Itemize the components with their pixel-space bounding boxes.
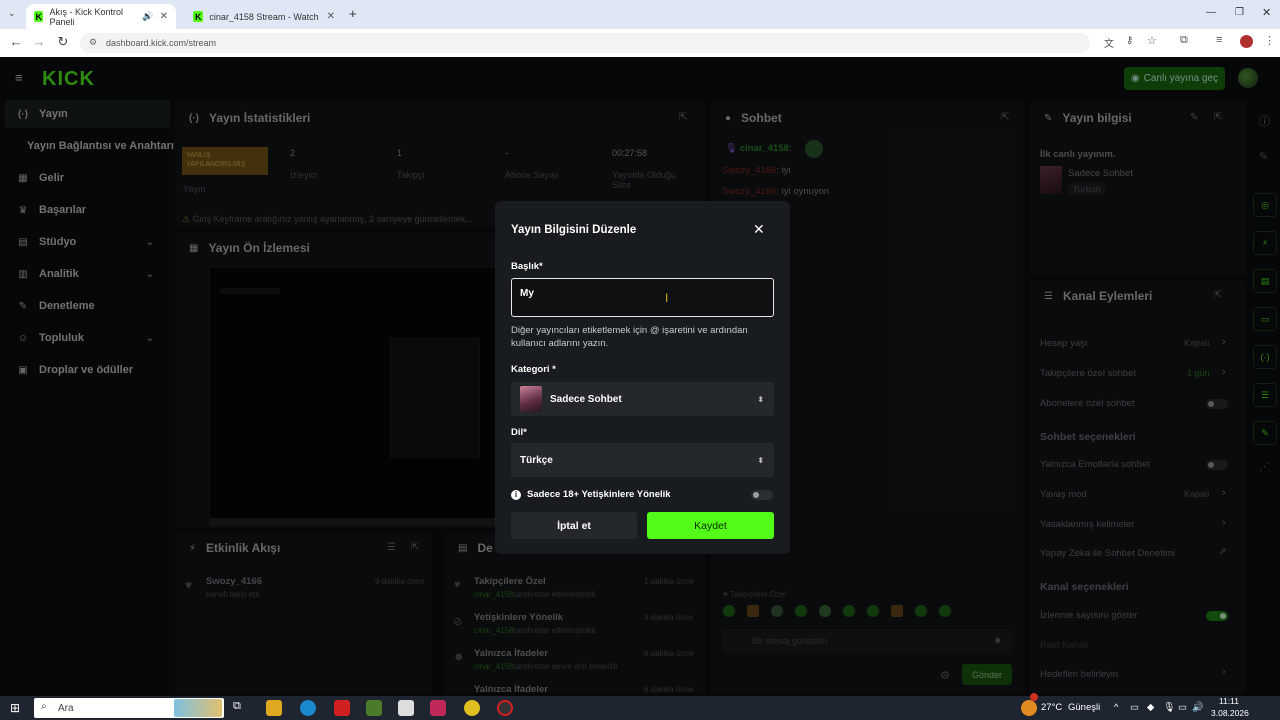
url-field[interactable]: ⚙ dashboard.kick.com/stream — [80, 33, 1090, 53]
browser-tab-bar: ⌄ K Akış - Kick Kontrol Paneli 🔊 ✕ K cin… — [0, 0, 1280, 29]
info-icon: i — [511, 489, 521, 500]
minimize-icon[interactable]: — — [1206, 7, 1216, 18]
edge-icon[interactable] — [300, 700, 316, 716]
notification-badge — [1030, 693, 1038, 701]
file-explorer-icon[interactable] — [266, 700, 282, 716]
search-placeholder: Ara — [58, 702, 74, 714]
store-icon[interactable] — [398, 700, 414, 716]
volume-icon[interactable]: 🔊 — [1192, 702, 1204, 713]
tab-title: Akış - Kick Kontrol Paneli — [49, 6, 123, 27]
chrome-icon[interactable] — [464, 700, 480, 716]
language-select-value: Türkçe — [520, 454, 553, 466]
key-icon[interactable]: ⚷ — [1126, 35, 1133, 46]
adult-content-label: Sadece 18+ Yetişkinlere Yönelik — [527, 489, 671, 500]
clock-date[interactable]: 3.08.2026 — [1211, 708, 1249, 718]
language-select[interactable]: Türkçe ⬍ — [511, 443, 774, 477]
app-icon[interactable] — [430, 700, 446, 716]
save-button[interactable]: Kaydet — [647, 512, 774, 539]
taskbar-search[interactable]: ⌕ Ara — [34, 698, 224, 718]
language-field-label: Dil* — [511, 427, 527, 438]
tab-list-icon[interactable]: ⌄ — [8, 8, 16, 19]
tray-app-icon[interactable]: ◆ — [1147, 702, 1154, 713]
clock-time[interactable]: 11:11 — [1219, 696, 1239, 706]
site-info-icon[interactable]: ⚙ — [89, 37, 97, 48]
tab-cinar-stream[interactable]: K cinar_4158 Stream - Watch Live ✕ — [185, 4, 343, 29]
profile-avatar[interactable] — [1240, 35, 1253, 48]
weather-icon — [1021, 700, 1037, 716]
select-arrows-icon: ⬍ — [757, 394, 764, 404]
tab-kick-dashboard[interactable]: K Akış - Kick Kontrol Paneli 🔊 ✕ — [26, 4, 176, 29]
restore-icon[interactable]: ❐ — [1235, 7, 1244, 18]
modal-title: Yayın Bilgisini Düzenle — [511, 224, 637, 236]
tray-chevron-icon[interactable]: ^ — [1114, 702, 1118, 713]
windows-taskbar: ⊞ ⌕ Ara ⧉ 27°C Güneşli ^ ▭ ◆ 🎙 ▭ 🔊 11:11… — [0, 693, 1280, 720]
category-thumbnail — [520, 386, 542, 412]
adult-content-toggle[interactable] — [751, 490, 773, 500]
weather-temp[interactable]: 27°C — [1041, 702, 1062, 713]
title-input[interactable]: My I — [511, 278, 774, 317]
category-select-value: Sadece Sohbet — [550, 393, 622, 405]
title-input-value: My — [520, 288, 534, 299]
weather-desc[interactable]: Güneşli — [1068, 702, 1100, 713]
title-field-label: Başlık* — [511, 261, 543, 272]
new-tab-icon[interactable]: + — [349, 6, 357, 21]
search-icon: ⌕ — [41, 701, 47, 712]
minecraft-icon[interactable] — [366, 700, 382, 716]
edit-stream-info-modal: Yayın Bilgisini Düzenle ✕ Başlık* My I D… — [495, 201, 790, 554]
obs-icon[interactable] — [497, 700, 513, 716]
kick-favicon-icon: K — [34, 11, 44, 22]
text-cursor-icon: I — [665, 291, 669, 305]
speaker-icon[interactable]: 🔊 — [142, 11, 153, 22]
category-field-label: Kategori * — [511, 364, 556, 375]
url-text: dashboard.kick.com/stream — [106, 38, 217, 48]
app-icon[interactable] — [334, 700, 350, 716]
task-view-icon[interactable]: ⧉ — [233, 700, 249, 716]
close-icon[interactable]: ✕ — [753, 221, 765, 238]
close-tab-icon[interactable]: ✕ — [160, 11, 168, 22]
browser-address-bar: ← → ↻ ⚙ dashboard.kick.com/stream 文 ⚷ ☆ … — [0, 29, 1280, 57]
forward-icon[interactable]: → — [27, 34, 51, 49]
windows-start-icon[interactable]: ⊞ — [10, 701, 20, 715]
close-window-icon[interactable]: ✕ — [1262, 6, 1271, 19]
back-icon[interactable]: ← — [4, 34, 28, 49]
adult-content-row: i Sadece 18+ Yetişkinlere Yönelik — [511, 489, 671, 500]
mic-icon[interactable]: 🎙 — [1163, 702, 1175, 713]
tab-title: cinar_4158 Stream - Watch Live — [209, 11, 320, 22]
tray-app-icon[interactable]: ▭ — [1130, 702, 1139, 713]
translate-icon[interactable]: 文 — [1104, 35, 1114, 50]
battery-icon[interactable]: ▭ — [1178, 702, 1187, 713]
title-hint: Diğer yayıncıları etiketlemek için @ işa… — [511, 325, 748, 349]
browser-menu-icon[interactable]: ⋮ — [1264, 34, 1275, 47]
reload-icon[interactable]: ↻ — [51, 34, 75, 50]
search-highlight-image — [174, 699, 222, 717]
select-arrows-icon: ⬍ — [757, 455, 764, 465]
kick-favicon-icon: K — [193, 11, 204, 22]
cancel-button[interactable]: İptal et — [511, 512, 637, 539]
extensions-icon[interactable]: ⧉ — [1180, 34, 1188, 47]
close-tab-icon[interactable]: ✕ — [327, 11, 335, 22]
media-icon[interactable]: ≡ — [1216, 34, 1222, 46]
category-select[interactable]: Sadece Sohbet ⬍ — [511, 382, 774, 416]
bookmark-star-icon[interactable]: ☆ — [1147, 34, 1157, 47]
